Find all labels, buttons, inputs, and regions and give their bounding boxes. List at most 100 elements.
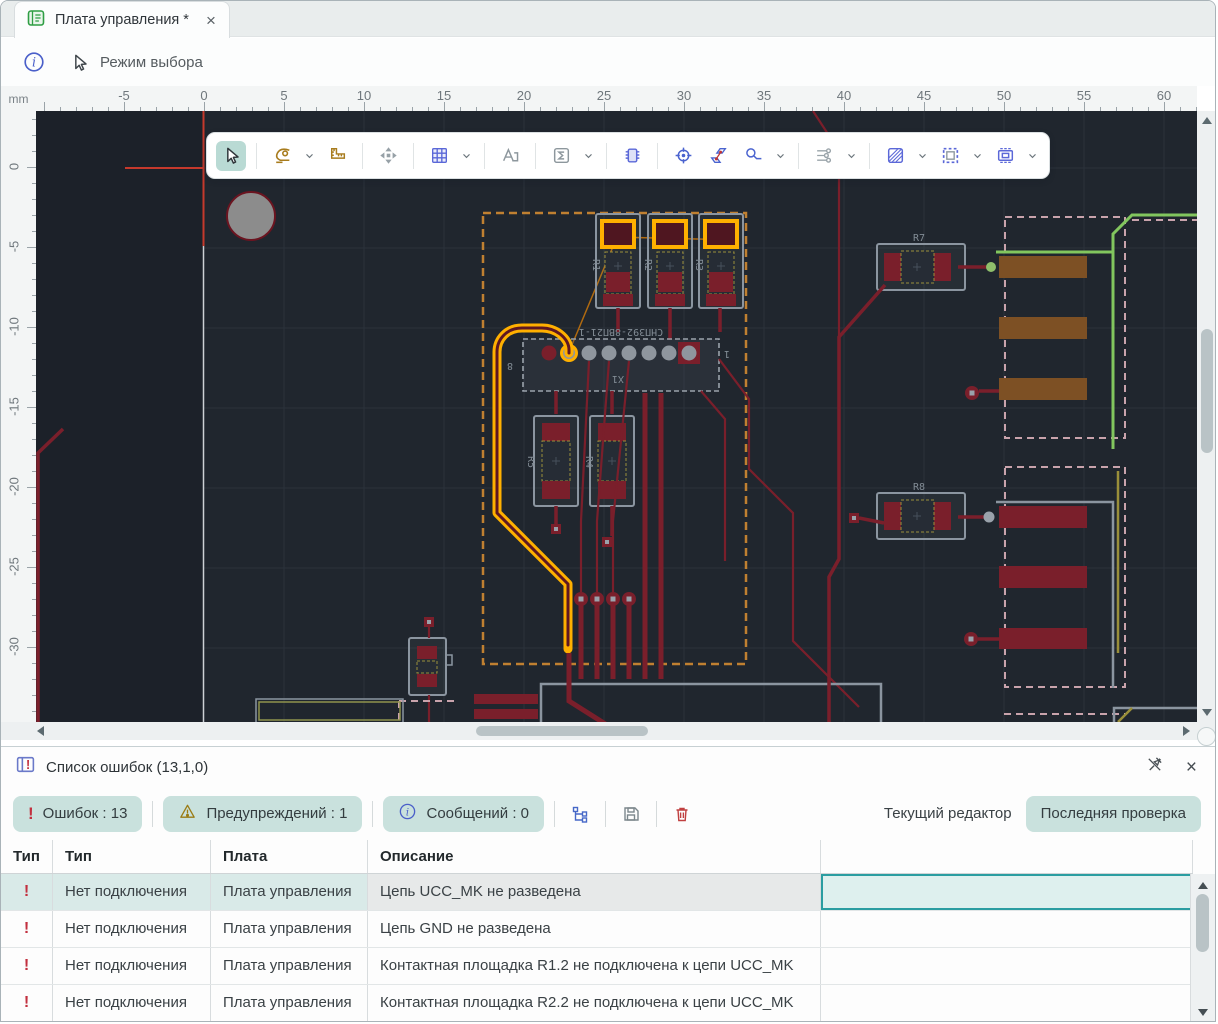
vscroll-thumb[interactable] [1201,329,1213,453]
origin-target-tool-button[interactable] [668,141,698,171]
route-trace-button[interactable] [267,141,297,171]
v-ruler-label: -25 [7,556,22,578]
error-table-row[interactable]: !Нет подключенияПлата управленияКонтактн… [1,948,1193,985]
resistor-r1[interactable] [596,214,640,308]
chevron-down-icon[interactable] [1025,148,1040,163]
measure-ruler-button[interactable] [322,141,352,171]
severity-icon: ! [1,948,53,984]
col-header-type-icon[interactable]: Тип [1,840,53,873]
display-filter-button[interactable] [809,141,839,171]
error-list-panel: ! Список ошибок (13,1,0) × ! Ошибок : 13… [1,746,1215,1022]
select-cursor-button[interactable] [216,141,246,171]
table-scroll-up-icon[interactable] [1198,882,1208,889]
last-check-button[interactable]: Последняя проверка [1026,796,1201,832]
resistor-r5[interactable] [534,416,578,506]
board-document-icon [26,8,46,33]
chevron-down-icon[interactable] [970,148,985,163]
unpin-icon[interactable] [1145,755,1164,779]
move-tool-button[interactable] [373,141,403,171]
text-tool-button[interactable] [495,141,525,171]
hscroll-thumb[interactable] [476,726,648,736]
tab-board-editor[interactable]: Плата управления * × [14,1,230,38]
grid-settings-button[interactable] [424,141,454,171]
padstack-tool-button[interactable] [990,141,1020,171]
h-ruler-label: 5 [280,88,287,103]
formula-tool-button[interactable] [546,141,576,171]
copper-zone-tool-button[interactable] [880,141,910,171]
error-table-row[interactable]: !Нет подключенияПлата управленияЦепь UCC… [1,874,1193,911]
h-ruler-label: 10 [357,88,371,103]
app-window: Плата управления * × i Режим выбора mm -… [0,0,1216,1022]
small-component[interactable] [409,638,452,695]
error-table: Тип Тип Плата Описание !Нет подключенияП… [1,840,1193,1022]
v-ruler-label: -15 [7,396,22,418]
layer-via-tool-button[interactable] [703,141,733,171]
info-circle-icon: i [398,802,417,825]
messages-filter-button[interactable]: i Сообщений : 0 [383,796,544,832]
h-ruler-label: 15 [437,88,451,103]
resistor-r7[interactable] [877,244,965,290]
tab-close-icon[interactable]: × [206,12,216,29]
canvas-hscrollbar[interactable] [1,722,1197,740]
panel-close-icon[interactable]: × [1186,758,1197,777]
severity-icon: ! [1,985,53,1021]
label-r5: R5 [525,456,536,468]
error-panel-header: ! Список ошибок (13,1,0) × [1,747,1215,787]
info-icon[interactable]: i [23,51,45,73]
canvas-vscrollbar[interactable] [1197,111,1216,740]
error-panel-toolbar: ! Ошибок : 13 Предупреждений : 1 i Сообщ… [1,787,1215,840]
table-vscrollbar[interactable] [1190,874,1215,1022]
clear-errors-button[interactable] [667,799,697,829]
resistor-r8[interactable] [877,493,965,539]
chevron-down-icon[interactable] [773,148,788,163]
error-extra-cell [821,948,1193,984]
probe-zoom-tool-button[interactable] [738,141,768,171]
chevron-down-icon[interactable] [915,148,930,163]
net-junction-green [986,262,996,272]
scroll-up-icon[interactable] [1202,117,1212,124]
h-ruler-label: 45 [917,88,931,103]
svg-text:i: i [32,54,36,69]
resistor-r2[interactable] [648,214,692,308]
chevron-down-icon[interactable] [302,148,317,163]
select-mode-icon[interactable] [69,52,90,73]
mounting-hole[interactable] [227,192,275,240]
group-tree-button[interactable] [565,799,595,829]
label-r8: R8 [913,482,925,493]
warnings-filter-button[interactable]: Предупреждений : 1 [163,796,362,832]
v-ruler-label: -20 [7,476,22,498]
scroll-down-icon[interactable] [1202,709,1212,716]
col-header-type[interactable]: Тип [53,840,211,873]
errors-filter-button[interactable]: ! Ошибок : 13 [13,796,142,832]
label-r3: R3 [693,259,704,271]
chevron-down-icon[interactable] [581,148,596,163]
error-description-cell: Контактная площадка R2.2 не подключена к… [368,985,821,1021]
error-table-row[interactable]: !Нет подключенияПлата управленияЦепь GND… [1,911,1193,948]
error-list-icon: ! [15,754,36,780]
floating-tool-palette [206,132,1050,179]
error-description-cell: Цепь UCC_MK не разведена [368,874,821,910]
chevron-down-icon[interactable] [844,148,859,163]
error-exclamation-icon: ! [28,804,34,824]
error-type-cell: Нет подключения [53,874,211,910]
label-x1-part: СНП392-8ВП21-1 [579,326,663,337]
h-ruler-label: 35 [757,88,771,103]
resistor-r3[interactable] [699,214,743,308]
h-ruler-label: 50 [997,88,1011,103]
scroll-left-icon[interactable] [37,726,44,736]
error-table-row[interactable]: !Нет подключенияПлата управленияКонтактн… [1,985,1193,1022]
resistor-r4[interactable] [590,416,634,506]
col-header-board[interactable]: Плата [211,840,368,873]
keepout-region-tool-button[interactable] [935,141,965,171]
pcb-canvas[interactable]: R1 R2 R3 СНП392-8ВП21-1 X1 8 1 [36,111,1197,722]
chevron-down-icon[interactable] [459,148,474,163]
scroll-right-icon[interactable] [1183,726,1190,736]
scroll-corner-button[interactable] [1197,727,1216,746]
save-report-button[interactable] [616,799,646,829]
table-scroll-down-icon[interactable] [1198,1009,1208,1016]
error-description-cell: Контактная площадка R1.2 не подключена к… [368,948,821,984]
col-header-description[interactable]: Описание [368,840,821,873]
table-scroll-thumb[interactable] [1196,894,1209,952]
error-board-cell: Плата управления [211,948,368,984]
component-tool-button[interactable] [617,141,647,171]
